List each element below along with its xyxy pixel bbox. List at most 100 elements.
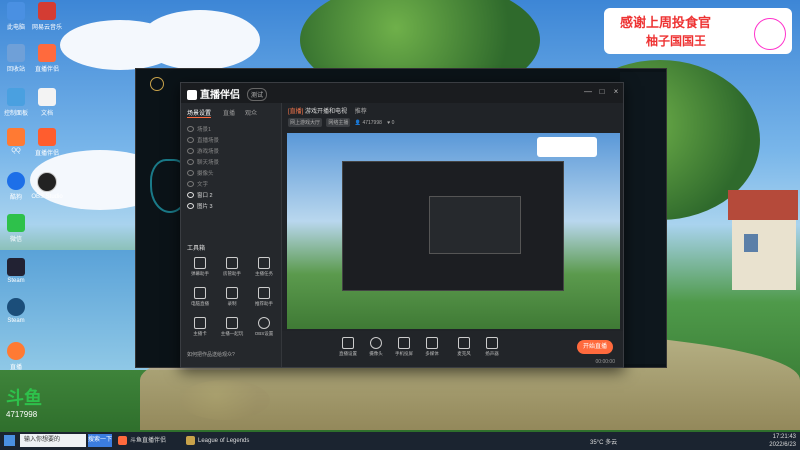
- desktop-icon-document[interactable]: 文档: [27, 88, 67, 117]
- like-icon: ♥: [387, 120, 391, 126]
- clock-time: 17:21:43: [772, 434, 796, 440]
- minimize-button[interactable]: —: [583, 87, 593, 97]
- scene-item[interactable]: 图片 3: [187, 200, 277, 211]
- tool-obs[interactable]: OBS设置: [249, 315, 279, 343]
- qq-icon: [7, 128, 25, 146]
- control-panel-icon: [7, 88, 25, 106]
- streamer-app-icon: [118, 436, 127, 445]
- taskbar-item-league[interactable]: League of Legends: [186, 434, 249, 448]
- category-pill[interactable]: 网络主播: [326, 118, 351, 127]
- kugou-icon: [7, 172, 25, 190]
- eye-icon[interactable]: [187, 136, 194, 143]
- league-friends-panel: [620, 72, 666, 364]
- desktop-icon-steam[interactable]: Steam: [0, 258, 36, 284]
- media-button[interactable]: 多媒体: [420, 337, 444, 357]
- version-badge[interactable]: 测试: [247, 88, 268, 101]
- desktop-icon-label: 文档: [40, 111, 53, 117]
- desktop-icon-label: Steam: [7, 318, 25, 324]
- speaker-button[interactable]: 扬声器: [480, 337, 504, 357]
- stream-preview[interactable]: [287, 133, 620, 329]
- tool-card[interactable]: 主播卡: [185, 315, 215, 343]
- tool-recommend[interactable]: 推荐助手: [249, 285, 279, 313]
- tool-label: 录制: [227, 301, 237, 306]
- search-button[interactable]: 搜索一下: [88, 434, 112, 447]
- eye-icon[interactable]: [187, 158, 194, 165]
- close-button[interactable]: ×: [611, 87, 621, 97]
- phone-cast-button[interactable]: 手机投屏: [392, 337, 416, 357]
- desktop-icon-label: 微信: [9, 237, 22, 243]
- left-panel: 场景设置 直播 观众 场景1 直播场景 游戏场景 聊天场景 摄像头 文字 窗口 …: [181, 103, 282, 367]
- toolbar-label: 多媒体: [425, 351, 439, 356]
- tool-room-admin[interactable]: 房管助手: [217, 255, 247, 283]
- app-logo-icon: [187, 90, 197, 101]
- scene-item[interactable]: 窗口 2: [187, 189, 277, 200]
- tab-audience[interactable]: 观众: [245, 108, 257, 117]
- star-icon: [258, 287, 270, 299]
- eye-icon[interactable]: [187, 202, 194, 209]
- eye-icon[interactable]: [187, 191, 194, 198]
- streamer-app-icon: [38, 44, 56, 62]
- eye-icon[interactable]: [187, 180, 194, 187]
- phone-icon: [398, 337, 410, 349]
- music-icon: [38, 2, 56, 20]
- eye-icon[interactable]: [187, 169, 194, 176]
- tool-label: 弹幕助手: [191, 271, 209, 276]
- stream-tail[interactable]: 推荐: [355, 109, 367, 115]
- nested-window-inner: [429, 196, 521, 254]
- app-title: 直播伴侣: [200, 90, 240, 101]
- maximize-button[interactable]: □: [597, 87, 607, 97]
- tool-tasks[interactable]: 主播任务: [249, 255, 279, 283]
- desktop-icon-obs[interactable]: OBS Studio: [27, 172, 67, 200]
- tool-pc-live[interactable]: 电脑直播: [185, 285, 215, 313]
- scene-label: 文字: [197, 181, 209, 188]
- tool-label: OBS设置: [254, 331, 274, 336]
- help-hint[interactable]: 如何把作品送给观众?: [187, 351, 235, 358]
- category-pill[interactable]: 网上游戏大厅: [288, 118, 323, 127]
- scene-item[interactable]: 直播场景: [187, 134, 277, 145]
- search-input[interactable]: 输入你想要的: [20, 434, 86, 447]
- desktop-icon-label: 网易云音乐: [31, 25, 62, 31]
- computer-icon: [7, 2, 25, 20]
- wechat-icon: [7, 214, 25, 232]
- desktop-icon-music[interactable]: 网易云音乐: [27, 2, 67, 31]
- scene-item[interactable]: 摄像头: [187, 167, 277, 178]
- system-clock[interactable]: 17:21:43 2022/6/23: [769, 433, 796, 449]
- tab-live[interactable]: 直播: [223, 108, 235, 117]
- stream-subheader: 网上游戏大厅 网络主播 👤 4717998 ♥ 0: [288, 118, 394, 127]
- scene-item[interactable]: 文字: [187, 178, 277, 189]
- taskbar-item-streamer[interactable]: 斗鱼直播伴侣: [118, 434, 166, 448]
- tab-scenes[interactable]: 场景设置: [187, 108, 212, 118]
- tool-label: 房管助手: [223, 271, 241, 276]
- tool-play-together[interactable]: 主播一起玩: [217, 315, 247, 343]
- scene-item[interactable]: 场景1: [187, 123, 277, 134]
- desktop-icon-streamer[interactable]: 直播伴侣: [27, 44, 67, 73]
- camera-button[interactable]: 摄像头: [364, 337, 388, 357]
- scene-list: 场景1 直播场景 游戏场景 聊天场景 摄像头 文字 窗口 2 图片 3: [187, 123, 277, 211]
- toolbar-label: 麦克风: [457, 351, 471, 356]
- tool-record[interactable]: 录制: [217, 285, 247, 313]
- eye-icon[interactable]: [187, 147, 194, 154]
- desktop-icon-steam-2[interactable]: Steam: [0, 298, 36, 324]
- tool-label: 推荐助手: [255, 301, 273, 306]
- stream-title[interactable]: 游戏开播和电视: [305, 109, 347, 115]
- scene-item[interactable]: 聊天场景: [187, 156, 277, 167]
- microphone-button[interactable]: 麦克风: [452, 337, 476, 357]
- eye-icon[interactable]: [187, 125, 194, 132]
- streamer-app-window[interactable]: 直播伴侣 测试 — □ × 场景设置 直播 观众 场景1 直播场景 游戏场景 聊…: [180, 82, 624, 368]
- desktop-icon-live[interactable]: 直播: [0, 342, 36, 371]
- go-live-button[interactable]: 开始直播: [577, 340, 613, 354]
- room-number: 4717998: [6, 410, 38, 419]
- steam-icon: [7, 298, 25, 316]
- left-tabs: 场景设置 直播 观众: [181, 105, 281, 119]
- scene-item[interactable]: 游戏场景: [187, 145, 277, 156]
- document-icon: [38, 88, 56, 106]
- live-settings-button[interactable]: 直播设置: [336, 337, 360, 357]
- desktop-icon-label: Steam: [7, 278, 25, 284]
- desktop-icon-streamer-2[interactable]: 直播伴侣: [27, 128, 67, 157]
- desktop-icon-wechat[interactable]: 微信: [0, 214, 36, 243]
- camera-icon: [370, 337, 382, 349]
- start-icon[interactable]: [4, 435, 15, 446]
- tool-danmaku[interactable]: 弹幕助手: [185, 255, 215, 283]
- task-icon: [258, 257, 270, 269]
- weather-widget[interactable]: 35°C 多云: [590, 437, 617, 446]
